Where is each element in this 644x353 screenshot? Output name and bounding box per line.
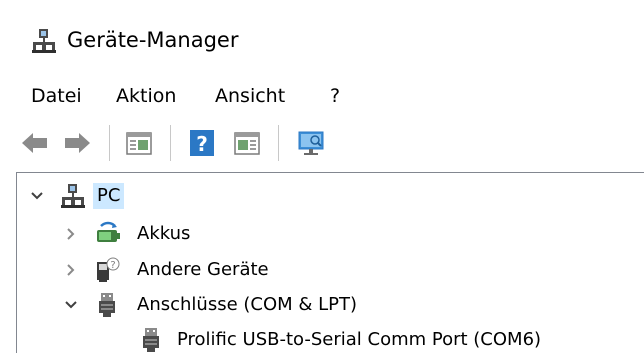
tree-item-andere-geraete[interactable]: ? Andere Geräte	[17, 253, 617, 287]
tree-item-label[interactable]: Prolific USB-to-Serial Comm Port (COM6)	[177, 327, 541, 353]
port-icon	[143, 328, 159, 352]
back-arrow-icon[interactable]	[20, 128, 50, 158]
update-driver-icon[interactable]	[232, 128, 262, 158]
forward-arrow-icon[interactable]	[62, 128, 92, 158]
unknown-device-icon: ?	[97, 257, 120, 282]
title-bar: Geräte-Manager	[0, 0, 644, 76]
toolbar: ?	[0, 118, 644, 168]
tree-item-pc[interactable]: PC	[17, 179, 617, 213]
chevron-down-icon[interactable]	[29, 188, 45, 204]
svg-text:?: ?	[110, 260, 115, 271]
menu-aktion[interactable]: Aktion	[116, 83, 176, 109]
menu-help[interactable]: ?	[330, 83, 340, 109]
chevron-right-icon[interactable]	[63, 262, 79, 278]
svg-text:?: ?	[196, 132, 208, 156]
properties-icon[interactable]	[124, 128, 154, 158]
port-icon	[99, 293, 115, 317]
window-title: Geräte-Manager	[67, 28, 239, 52]
menu-ansicht[interactable]: Ansicht	[215, 83, 285, 109]
tree-item-anschluesse[interactable]: Anschlüsse (COM & LPT)	[17, 288, 617, 322]
scan-hardware-icon[interactable]	[296, 128, 326, 158]
chevron-down-icon[interactable]	[63, 297, 79, 313]
tree-item-label[interactable]: Anschlüsse (COM & LPT)	[137, 292, 357, 318]
menu-datei[interactable]: Datei	[31, 83, 82, 109]
chevron-right-icon[interactable]	[63, 226, 79, 242]
battery-icon	[97, 221, 120, 242]
device-manager-window: Geräte-Manager Datei Aktion Ansicht ? ? …	[0, 0, 644, 353]
device-manager-icon	[32, 29, 56, 53]
tree-item-akkus[interactable]: Akkus	[17, 217, 617, 251]
tree-item-label[interactable]: Andere Geräte	[137, 257, 269, 283]
toolbar-separator	[170, 125, 171, 161]
toolbar-separator	[109, 125, 110, 161]
tree-item-label[interactable]: Akkus	[137, 221, 190, 247]
computer-icon	[61, 184, 85, 208]
device-tree: PC Akkus ? Andere Geräte Anschlüsse (COM…	[16, 172, 644, 353]
toolbar-separator	[278, 125, 279, 161]
help-icon[interactable]: ?	[187, 128, 217, 158]
menu-bar: Datei Aktion Ansicht ?	[0, 76, 644, 118]
tree-item-label[interactable]: PC	[93, 183, 125, 209]
tree-item-prolific-com6[interactable]: Prolific USB-to-Serial Comm Port (COM6)	[17, 323, 637, 353]
